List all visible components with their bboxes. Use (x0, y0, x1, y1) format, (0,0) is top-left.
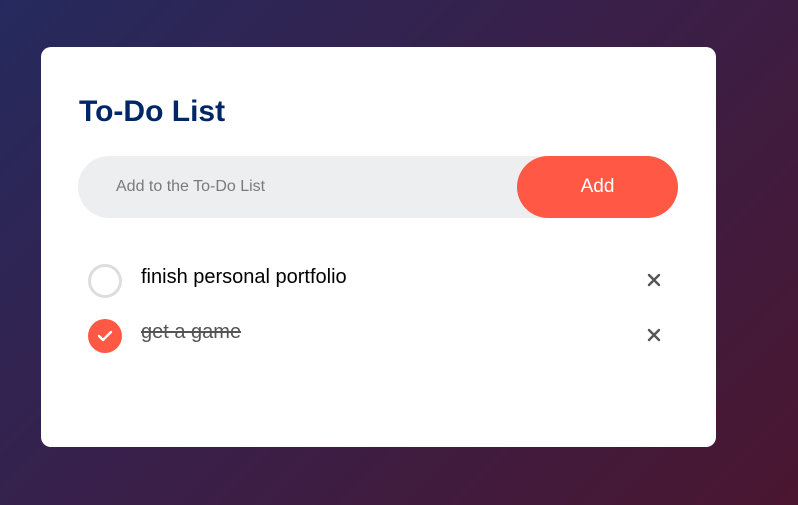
todo-text[interactable]: finish personal portfolio (141, 266, 347, 289)
checkbox-unchecked[interactable] (88, 264, 122, 298)
close-icon[interactable] (644, 270, 664, 290)
todo-text[interactable]: get a game (141, 321, 241, 344)
close-icon[interactable] (644, 325, 664, 345)
todo-list: finish personal portfolio get a game (88, 260, 668, 370)
list-item[interactable]: get a game (88, 315, 668, 370)
list-item[interactable]: finish personal portfolio (88, 260, 668, 315)
page-title: To-Do List (79, 95, 226, 128)
add-button[interactable]: Add (517, 156, 678, 218)
checkmark-icon (97, 330, 113, 342)
todo-card: To-Do List Add finish personal portfolio… (41, 47, 716, 447)
checkbox-checked[interactable] (88, 319, 122, 353)
add-todo-row: Add (78, 156, 678, 218)
todo-input[interactable] (78, 156, 518, 218)
